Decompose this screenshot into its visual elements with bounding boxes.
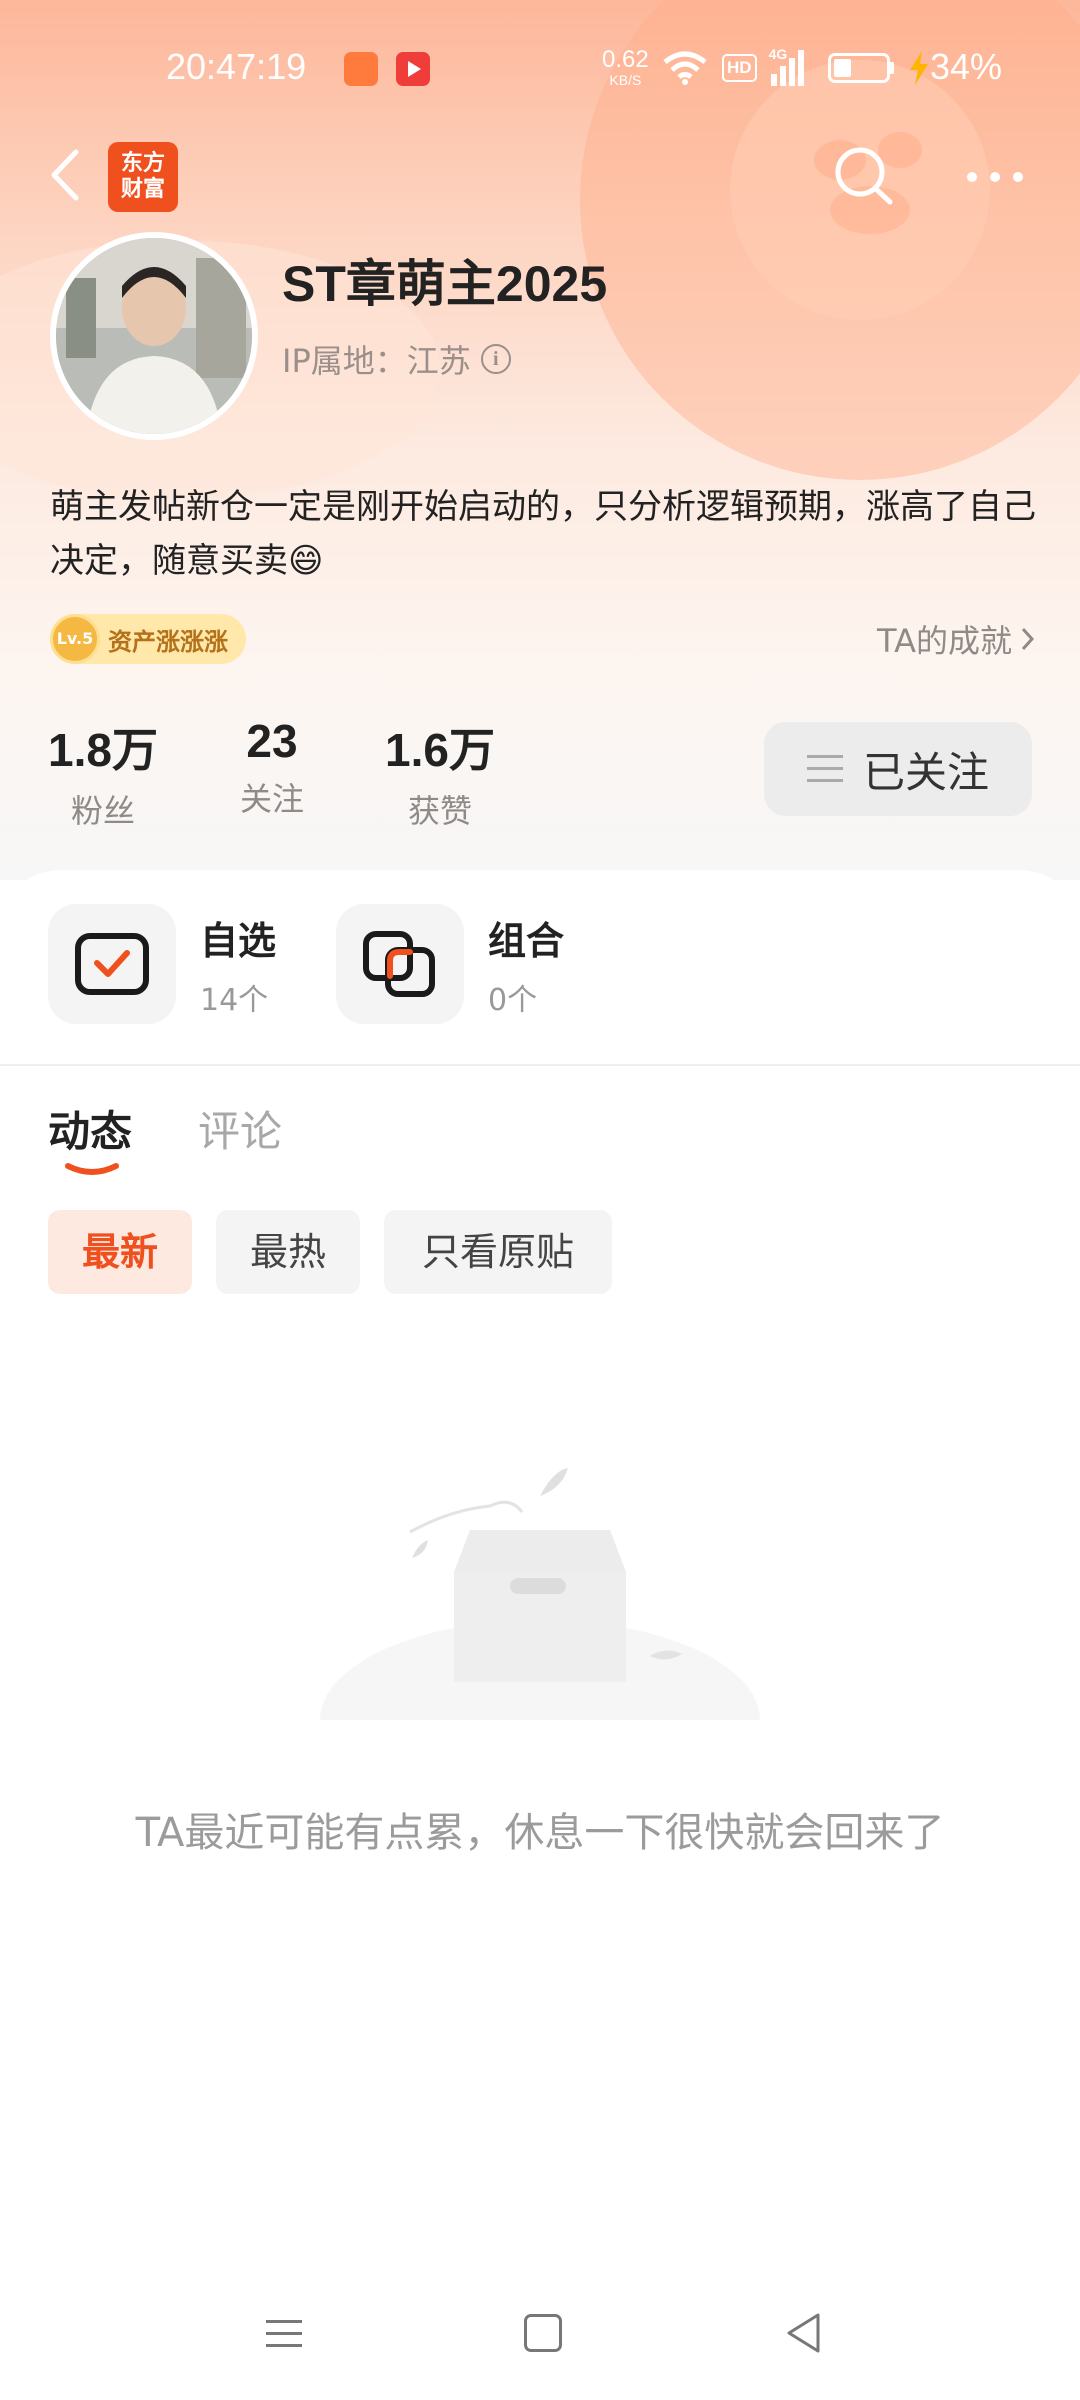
app-logo[interactable]: 东方 财富 (108, 142, 178, 212)
status-time: 20:47:19 (166, 46, 307, 87)
battery-percent: 34% (930, 46, 1003, 87)
battery-level-fill (833, 59, 851, 77)
chevron-right-icon (1021, 627, 1035, 651)
charging-bolt-icon (909, 51, 928, 85)
battery-icon (827, 53, 894, 83)
stat-value: 1.6万 (385, 724, 495, 776)
filter-original-only[interactable]: 只看原贴 (384, 1210, 612, 1294)
nav-home-icon[interactable] (524, 2314, 562, 2352)
portfolio-text: 组合 0个 (488, 910, 564, 1019)
ip-location-row: IP属地：江苏 i (282, 336, 511, 382)
achievement-link-label: TA的成就 (877, 622, 1012, 660)
follow-button[interactable]: 已关注 (764, 722, 1032, 816)
watchlist-icon-box (48, 904, 176, 1024)
username: ST章萌主2025 (282, 256, 608, 312)
level-icon: Lv.5 (50, 614, 100, 664)
portfolio-card[interactable]: 组合 0个 (336, 904, 564, 1024)
profile-bio: 萌主发帖新仓一定是刚开始启动的，只分析逻辑预期，涨高了自己决定，随意买卖😄 (50, 487, 1036, 581)
portfolio-icon-box (336, 904, 464, 1024)
notification-app-icon (344, 52, 378, 86)
stat-likes[interactable]: 1.6万 获赞 (380, 714, 500, 832)
stat-label: 关注 (239, 780, 304, 818)
network-speed-value: 0.62 (602, 46, 649, 73)
tab-activity[interactable]: 动态 (48, 1098, 132, 1159)
network-speed: 0.62 KB/S (602, 46, 649, 89)
video-app-icon (396, 52, 430, 86)
search-icon[interactable] (830, 142, 900, 212)
cellular-signal-icon: 4G (769, 46, 804, 86)
portfolio-title: 组合 (488, 918, 565, 963)
watchlist-count: 14个 (200, 982, 269, 1018)
stat-following[interactable]: 23 关注 (222, 714, 322, 820)
info-icon[interactable]: i (480, 344, 511, 374)
menu-lines-icon (806, 755, 843, 782)
tab-active-indicator (65, 1163, 119, 1175)
app-logo-line2: 财富 (120, 177, 165, 202)
status-bar: 20:47:19 0.62 KB/S HD 4G 34% (0, 0, 1080, 140)
empty-box-illustration (320, 1468, 760, 1720)
avatar-photo (56, 238, 252, 434)
stat-label: 粉丝 (70, 792, 135, 830)
stat-label: 获赞 (407, 792, 472, 830)
network-speed-unit: KB/S (609, 72, 642, 88)
section-divider (0, 1064, 1080, 1066)
wifi-icon (663, 51, 707, 85)
portfolio-icon (363, 931, 435, 997)
watchlist-text: 自选 14个 (200, 910, 276, 1019)
tab-comments[interactable]: 评论 (198, 1098, 282, 1159)
app-logo-line1: 东方 (120, 151, 165, 176)
follow-button-label: 已关注 (862, 747, 989, 797)
status-icons: HD 4G (662, 46, 930, 88)
checkbox-icon (75, 933, 149, 995)
portfolio-count: 0个 (488, 982, 538, 1018)
nav-menu-icon[interactable] (264, 2314, 304, 2354)
stat-value: 23 (246, 715, 298, 767)
back-arrow-icon[interactable] (44, 140, 88, 210)
watchlist-title: 自选 (200, 918, 277, 963)
watchlist-card[interactable]: 自选 14个 (48, 904, 276, 1024)
nav-back-icon[interactable] (784, 2310, 824, 2356)
filter-hot[interactable]: 最热 (216, 1210, 360, 1294)
ip-location: IP属地：江苏 (282, 342, 471, 380)
more-options-icon[interactable] (960, 155, 1030, 199)
filter-latest[interactable]: 最新 (48, 1210, 192, 1294)
hd-icon: HD (722, 54, 757, 82)
achievement-link[interactable]: TA的成就 (877, 616, 1036, 662)
avatar[interactable] (50, 232, 258, 440)
level-title: 资产涨涨涨 (108, 627, 228, 656)
empty-state-message: TA最近可能有点累，休息一下很快就会回来了 (135, 1810, 945, 1856)
network-type-label: 4G (768, 46, 788, 62)
stat-fans[interactable]: 1.8万 粉丝 (48, 714, 158, 832)
level-badge[interactable]: Lv.5 资产涨涨涨 (50, 614, 246, 664)
stat-value: 1.8万 (48, 724, 158, 776)
